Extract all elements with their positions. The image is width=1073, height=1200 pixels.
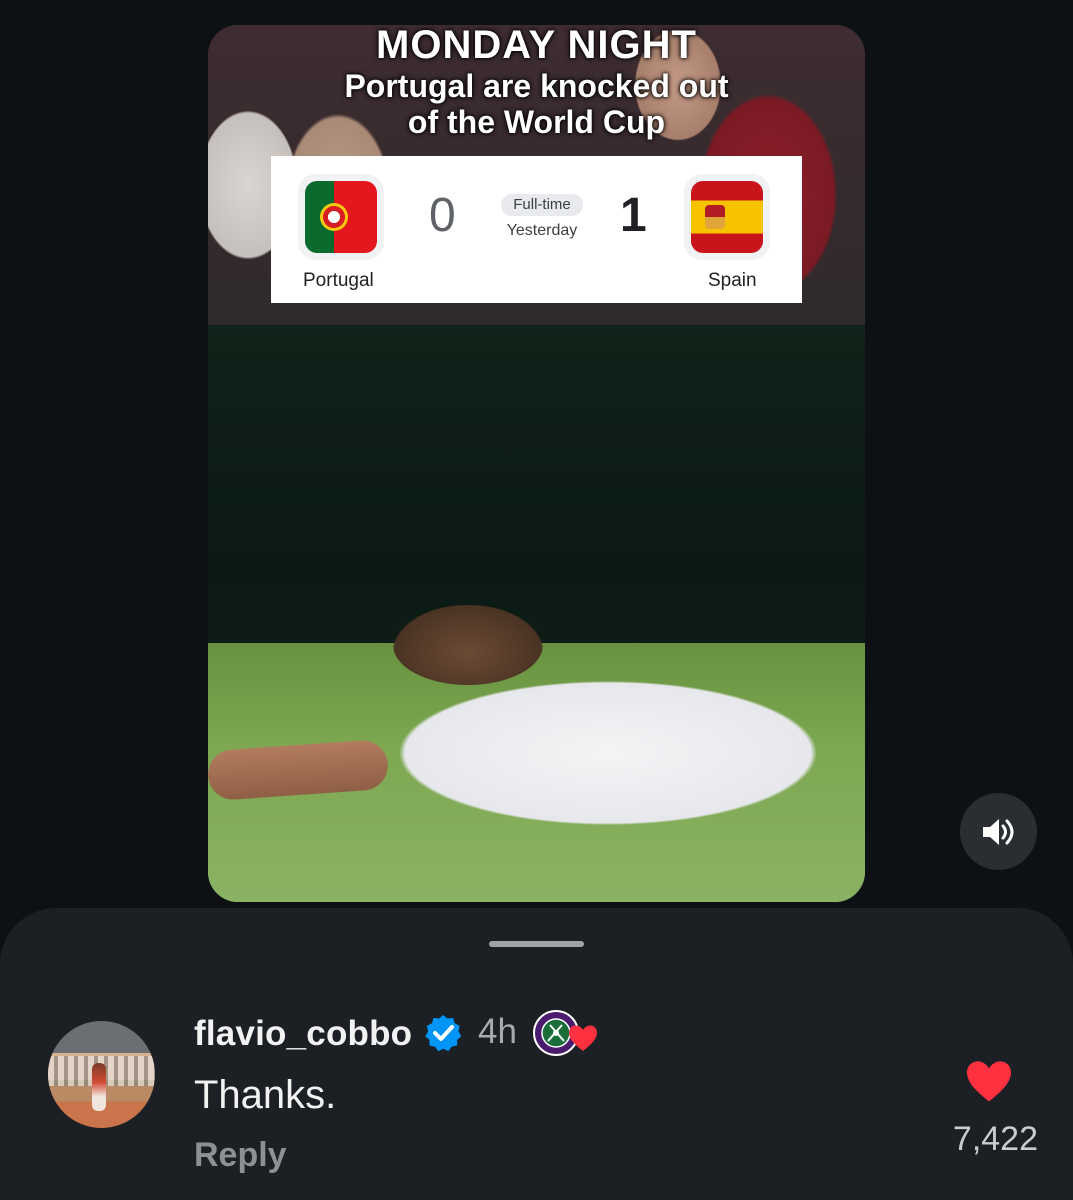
headline-line-1: Portugal are knocked out bbox=[344, 68, 729, 104]
heart-icon bbox=[569, 1025, 597, 1051]
speaker-on-icon bbox=[982, 818, 1013, 845]
away-score: 1 bbox=[620, 189, 647, 242]
away-team-name: Spain bbox=[708, 270, 757, 291]
match-status-badge: Full-time bbox=[501, 194, 583, 216]
home-team-name: Portugal bbox=[303, 270, 374, 291]
comment-timestamp: 4h bbox=[478, 1012, 517, 1051]
headline-title: MONDAY NIGHT bbox=[376, 25, 697, 67]
player-lying bbox=[318, 643, 863, 843]
avatar[interactable] bbox=[48, 1021, 155, 1128]
court-backdrop bbox=[208, 325, 865, 670]
sound-toggle-button[interactable] bbox=[960, 793, 1037, 870]
reel-screen: MONDAY NIGHT Portugal are knocked out of… bbox=[0, 0, 1073, 1200]
spain-flag-icon bbox=[684, 174, 770, 260]
heart-icon[interactable] bbox=[964, 1059, 1014, 1103]
video-headline: MONDAY NIGHT Portugal are knocked out of… bbox=[208, 25, 865, 140]
sheet-drag-handle[interactable] bbox=[489, 941, 584, 947]
headline-line-2: of the World Cup bbox=[407, 104, 666, 140]
comment-username[interactable]: flavio_cobbo bbox=[194, 1014, 412, 1054]
home-score: 0 bbox=[429, 189, 456, 242]
video-player[interactable]: MONDAY NIGHT Portugal are knocked out of… bbox=[208, 25, 865, 902]
reply-button[interactable]: Reply bbox=[194, 1136, 287, 1175]
portugal-flag-icon bbox=[298, 174, 384, 260]
match-date: Yesterday bbox=[506, 222, 578, 239]
comment-text: Thanks. bbox=[194, 1073, 337, 1117]
verified-badge-icon bbox=[425, 1015, 462, 1052]
like-count: 7,422 bbox=[952, 1120, 1038, 1158]
player-head bbox=[393, 605, 543, 685]
match-scoreboard: Portugal 0 Full-time Yesterday 1 Spain bbox=[271, 156, 802, 303]
